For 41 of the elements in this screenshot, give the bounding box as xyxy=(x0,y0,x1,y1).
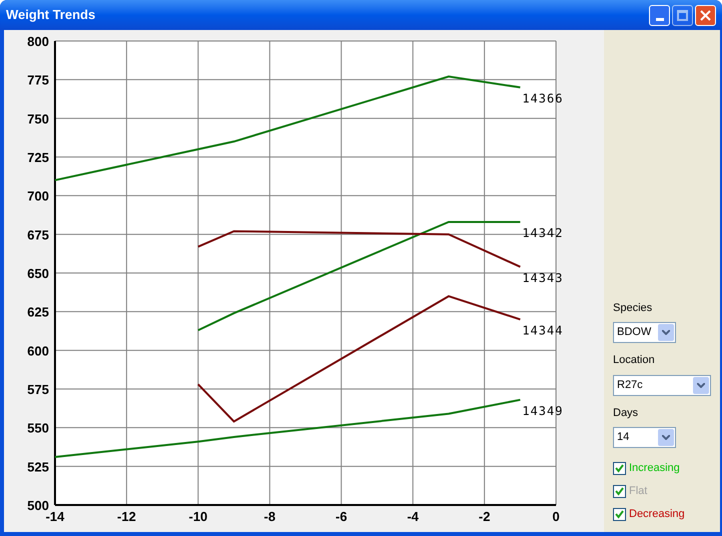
dropdown[interactable]: R27c xyxy=(613,374,711,396)
y-tick-label: 800 xyxy=(27,34,49,49)
y-tick-label: 625 xyxy=(27,304,49,320)
dropdown[interactable]: BDOW xyxy=(613,322,676,343)
x-tick-label: -6 xyxy=(336,509,348,524)
close-button[interactable] xyxy=(695,4,716,26)
y-tick-label: 600 xyxy=(27,343,49,358)
x-tick-label: -12 xyxy=(117,509,136,524)
series-label: 14342 xyxy=(522,226,564,240)
y-tick-label: 675 xyxy=(27,227,49,242)
y-tick-label: 650 xyxy=(27,266,49,281)
series-label: 14349 xyxy=(522,404,564,418)
checkbox[interactable] xyxy=(613,508,626,521)
y-tick-label: 575 xyxy=(27,382,49,397)
checkbox-label: Flat xyxy=(629,484,648,500)
window-title: Weight Trends xyxy=(6,6,96,24)
y-tick-label: 700 xyxy=(27,188,49,204)
x-tick-label: -4 xyxy=(407,509,419,524)
x-tick-label: -8 xyxy=(264,509,276,524)
checkbox[interactable] xyxy=(613,485,626,498)
x-tick-label: -2 xyxy=(478,509,490,524)
maximize-button[interactable] xyxy=(672,4,693,26)
series-label: 14344 xyxy=(522,323,564,338)
y-tick-label: 550 xyxy=(27,420,49,436)
minimize-button[interactable] xyxy=(649,4,670,26)
y-tick-label: 725 xyxy=(27,150,49,165)
y-tick-label: 775 xyxy=(27,72,49,88)
series-label: 14343 xyxy=(522,270,564,285)
field-label: Location xyxy=(613,353,656,368)
series-label: 14366 xyxy=(522,91,564,106)
checkbox[interactable] xyxy=(613,462,626,475)
close-icon xyxy=(700,10,711,20)
dropdown[interactable]: 14 xyxy=(613,427,676,448)
x-tick-label: -10 xyxy=(188,509,208,524)
checkbox-label: Decreasing xyxy=(629,507,685,522)
y-tick-label: 525 xyxy=(27,459,49,474)
y-tick-label: 750 xyxy=(27,111,49,126)
checkbox-label: Increasing xyxy=(629,461,680,476)
field-label: Species xyxy=(613,300,654,316)
x-tick-label: 0 xyxy=(552,509,560,524)
field-label: Days xyxy=(613,406,640,420)
